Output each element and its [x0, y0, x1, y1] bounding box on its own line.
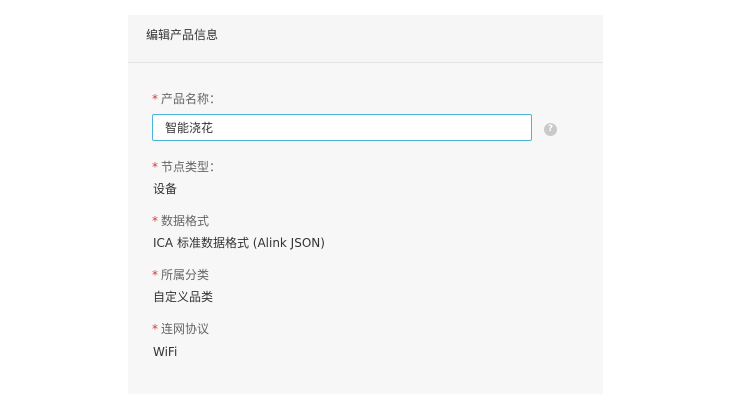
required-mark: * [152, 268, 158, 282]
data-format-value: ICA 标准数据格式 (Alink JSON) [153, 236, 325, 250]
required-mark: * [152, 322, 158, 336]
node-type-value: 设备 [153, 182, 178, 196]
edit-product-panel: 编辑产品信息 *产品名称： ? *节点类型： 设备 *数据格式 ICA 标准数据… [128, 15, 603, 394]
network-protocol-label-text: 连网协议 [161, 322, 210, 336]
product-name-label-text: 产品名称： [161, 92, 222, 106]
network-protocol-value: WiFi [153, 345, 178, 359]
category-label: * 所属分类 [152, 267, 209, 283]
required-mark: * [152, 214, 158, 228]
help-icon[interactable]: ? [544, 123, 557, 136]
required-mark: * [152, 92, 158, 106]
node-type-label: * 节点类型： [152, 159, 221, 175]
product-name-input[interactable] [152, 114, 532, 141]
product-name-label: * 产品名称： [152, 91, 221, 107]
network-protocol-label: * 连网协议 [152, 321, 209, 337]
data-format-label: * 数据格式 [152, 213, 209, 229]
panel-title: 编辑产品信息 [146, 28, 219, 42]
data-format-label-text: 数据格式 [161, 214, 210, 228]
panel-divider [128, 62, 603, 63]
category-label-text: 所属分类 [161, 268, 210, 282]
node-type-label-text: 节点类型： [161, 160, 222, 174]
required-mark: * [152, 160, 158, 174]
panel-header: 编辑产品信息 [128, 15, 603, 62]
category-value: 自定义品类 [153, 290, 214, 304]
page: 编辑产品信息 *产品名称： ? *节点类型： 设备 *数据格式 ICA 标准数据… [0, 0, 750, 394]
